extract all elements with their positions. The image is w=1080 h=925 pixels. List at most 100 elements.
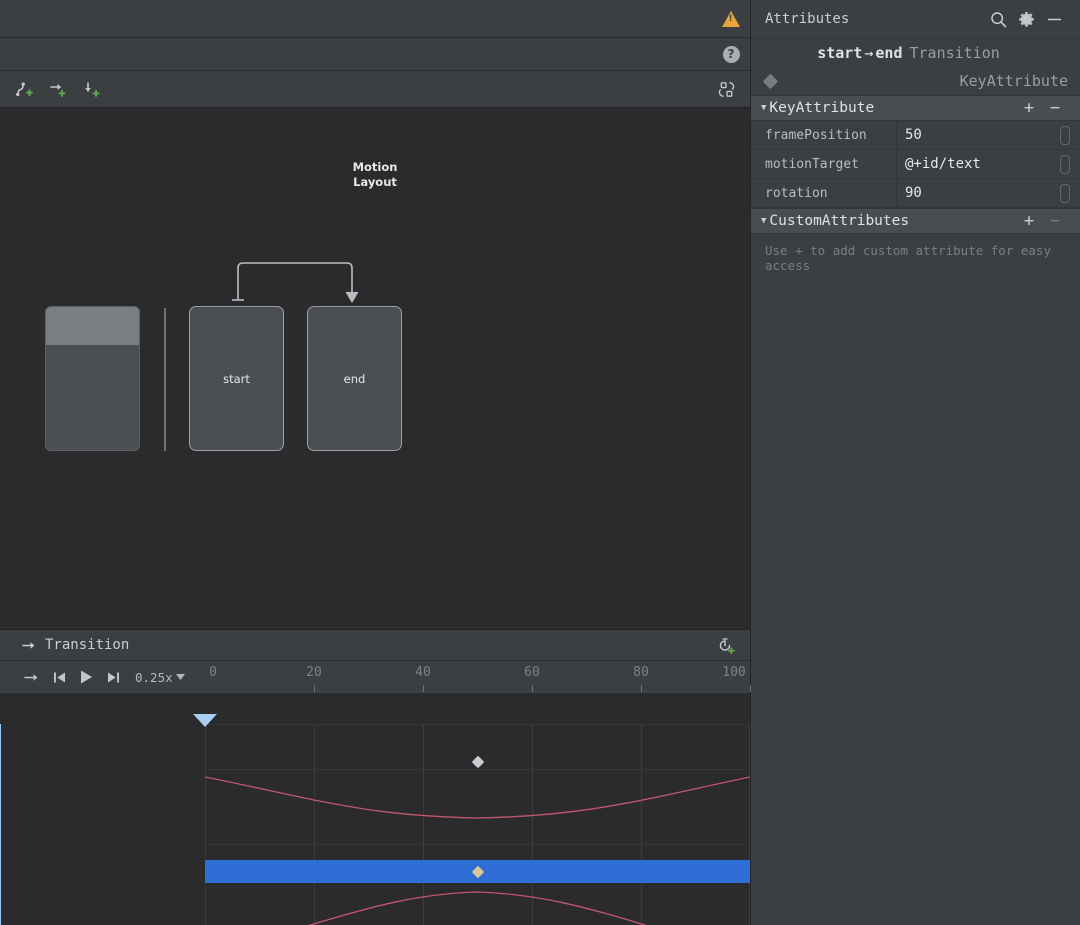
design-canvas[interactable]: Motion Layout start end — [0, 108, 750, 629]
timeline-playhead[interactable] — [0, 724, 1, 925]
minimize-icon — [1047, 18, 1061, 20]
add-keyframe-button[interactable] — [712, 632, 740, 658]
state-node-end[interactable]: end — [307, 306, 402, 451]
timeline-track-rotation-body[interactable] — [205, 860, 750, 883]
keyframe-marker-rotation[interactable] — [471, 865, 484, 878]
breadcrumb-end: end — [875, 44, 903, 62]
playback-speed-value: 0.25x — [135, 669, 173, 685]
section-header-customattributes[interactable]: ▼ CustomAttributes + − — [751, 208, 1080, 234]
ruler-tick — [314, 685, 315, 692]
transition-arrow-icon — [22, 641, 35, 649]
playback-controls: 0.25x — [0, 661, 205, 693]
state-node-end-label: end — [343, 371, 366, 386]
grid-row-line — [205, 724, 750, 725]
attributes-panel-title: Attributes — [765, 11, 850, 27]
create-transition-button[interactable] — [10, 76, 38, 102]
attribute-key: motionTarget — [765, 156, 859, 172]
search-button[interactable] — [984, 5, 1012, 33]
warning-icon — [722, 10, 740, 27]
motion-layout-label-line1: Motion — [352, 160, 398, 174]
attribute-key: framePosition — [765, 127, 867, 143]
motion-layout-label-line2: Layout — [353, 175, 397, 189]
transition-panel: Transition 0.25x 0 20 40 60 80 100 — [0, 629, 751, 925]
warning-indicator[interactable] — [712, 10, 750, 27]
create-on-click-icon — [50, 84, 66, 97]
attribute-row[interactable]: motionTarget @+id/text — [751, 150, 1080, 179]
remove-keyattribute-button[interactable]: − — [1042, 99, 1068, 117]
add-keyattribute-button[interactable]: + — [1016, 99, 1042, 117]
attribute-indicator-icon[interactable] — [1060, 183, 1070, 203]
playback-speed-dropdown[interactable]: 0.25x — [135, 670, 185, 685]
loop-button[interactable] — [24, 671, 40, 684]
transition-arrow — [232, 262, 358, 303]
create-on-swipe-icon — [85, 82, 100, 97]
ruler-tick — [423, 685, 424, 692]
breadcrumb: start → end Transition — [751, 39, 1080, 67]
loop-arrow-icon — [24, 673, 38, 681]
attributes-panel: Attributes start → end Transition KeyAtt… — [750, 0, 1080, 925]
ruler-tick-label: 0 — [209, 665, 217, 680]
skip-to-end-button[interactable] — [107, 671, 120, 684]
timeline-ruler[interactable]: 0 20 40 60 80 100 — [205, 661, 751, 693]
caret-down-icon[interactable]: ▼ — [761, 103, 766, 113]
attribute-key: rotation — [765, 185, 828, 201]
motion-layout-label: Motion Layout — [0, 160, 750, 190]
motion-layout-node-header — [46, 307, 139, 345]
state-node-start-label: start — [223, 371, 250, 386]
help-icon: ? — [722, 45, 740, 63]
keyframe-marker-alpha[interactable] — [471, 755, 484, 768]
selection-label: KeyAttribute — [959, 72, 1068, 90]
chevron-down-icon — [175, 674, 185, 680]
ruler-tick-label: 40 — [415, 665, 431, 680]
play-icon — [81, 670, 92, 684]
minimize-button[interactable] — [1040, 5, 1068, 33]
playhead-handle[interactable] — [193, 714, 217, 727]
timeline-track-alpha-body[interactable] — [205, 750, 750, 773]
settings-button[interactable] — [1012, 5, 1040, 33]
section-title-customattributes: CustomAttributes — [769, 213, 910, 229]
transition-panel-title: Transition — [45, 637, 130, 653]
state-node-start[interactable]: start — [189, 306, 284, 451]
attribute-indicator-icon[interactable] — [1060, 125, 1070, 145]
play-button[interactable] — [79, 669, 94, 685]
attributes-panel-header: Attributes — [751, 0, 1080, 39]
search-icon — [990, 11, 1006, 27]
add-customattribute-button[interactable]: + — [1016, 212, 1042, 230]
top-status-bar — [0, 0, 750, 38]
motion-layout-node[interactable] — [45, 306, 140, 451]
skip-to-end-icon — [108, 672, 119, 682]
add-keyframe-icon — [719, 637, 735, 654]
help-button[interactable]: ? — [712, 45, 750, 63]
attribute-value[interactable]: 50 — [896, 121, 1056, 149]
ruler-tick-label: 20 — [306, 665, 322, 680]
breadcrumb-arrow-icon: → — [864, 44, 874, 62]
timeline-tracks: Id:text ▼ Att alpha — [0, 724, 750, 925]
grid-row-line — [205, 844, 750, 845]
editor-area: ? — [0, 0, 751, 925]
gear-icon — [1018, 11, 1034, 27]
attribute-value[interactable]: 90 — [896, 179, 1056, 207]
breadcrumb-suffix: Transition — [909, 44, 1000, 62]
attribute-indicator-icon[interactable] — [1060, 154, 1070, 174]
caret-down-icon[interactable]: ▼ — [761, 216, 766, 226]
attribute-value[interactable]: @+id/text — [896, 150, 1056, 178]
attribute-row[interactable]: rotation 90 — [751, 179, 1080, 208]
refresh-button[interactable] — [712, 76, 740, 102]
secondary-bar: ? — [0, 38, 750, 71]
custom-attributes-hint: Use + to add custom attribute for easy a… — [765, 243, 1051, 273]
skip-to-start-icon — [54, 672, 65, 682]
transition-panel-header: Transition — [0, 630, 750, 661]
attribute-row[interactable]: framePosition 50 — [751, 121, 1080, 150]
breadcrumb-start: start — [817, 44, 863, 62]
motion-toolbar — [0, 71, 750, 108]
create-on-click-button[interactable] — [44, 76, 72, 102]
skip-to-start-button[interactable] — [53, 671, 66, 684]
ruler-tick-label: 60 — [524, 665, 540, 680]
section-header-keyattribute[interactable]: ▼ KeyAttribute + − — [751, 95, 1080, 121]
create-on-swipe-button[interactable] — [78, 76, 106, 102]
motion-editor-window: ? — [0, 0, 1080, 925]
remove-customattribute-button[interactable]: − — [1042, 212, 1068, 230]
refresh-icon — [718, 81, 734, 97]
ruler-tick — [750, 685, 751, 692]
transition-panel-title-group: Transition — [22, 637, 129, 653]
